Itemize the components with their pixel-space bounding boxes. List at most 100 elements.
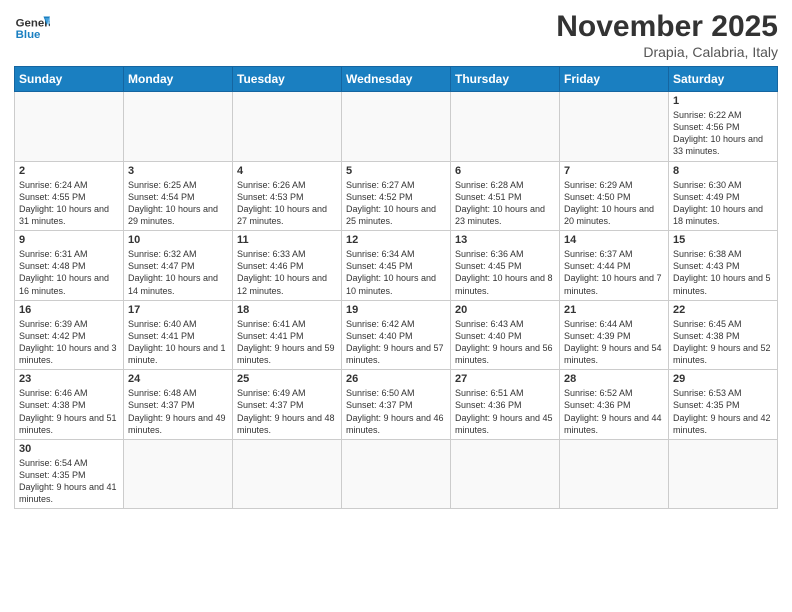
week-row-1: 1 Sunrise: 6:22 AMSunset: 4:56 PMDaylight…: [15, 92, 778, 162]
day-info: Sunrise: 6:30 AMSunset: 4:49 PMDaylight:…: [673, 179, 773, 228]
calendar-cell: [560, 92, 669, 162]
weekday-header-friday: Friday: [560, 67, 669, 92]
day-info: Sunrise: 6:44 AMSunset: 4:39 PMDaylight:…: [564, 318, 664, 367]
week-row-2: 2Sunrise: 6:24 AMSunset: 4:55 PMDaylight…: [15, 161, 778, 231]
day-info: Sunrise: 6:32 AMSunset: 4:47 PMDaylight:…: [128, 248, 228, 297]
day-number: 30: [19, 443, 119, 455]
svg-text:Blue: Blue: [16, 29, 41, 41]
calendar-cell: 22 Sunrise: 6:45 AMSunset: 4:38 PMDayligh…: [669, 300, 778, 370]
calendar-cell: 14 Sunrise: 6:37 AMSunset: 4:44 PMDayligh…: [560, 231, 669, 301]
day-number: 21: [564, 304, 664, 316]
day-number: 29: [673, 373, 773, 385]
calendar-cell: 13 Sunrise: 6:36 AMSunset: 4:45 PMDayligh…: [451, 231, 560, 301]
calendar-cell: 8 Sunrise: 6:30 AMSunset: 4:49 PMDaylight…: [669, 161, 778, 231]
day-number: 8: [673, 165, 773, 177]
week-row-6: 30 Sunrise: 6:54 AMSunset: 4:35 PMDayligh…: [15, 439, 778, 509]
day-number: 15: [673, 234, 773, 246]
calendar-cell: 25Sunrise: 6:49 AMSunset: 4:37 PMDayligh…: [233, 370, 342, 440]
day-info: Sunrise: 6:54 AMSunset: 4:35 PMDaylight:…: [19, 457, 119, 506]
day-info: Sunrise: 6:24 AMSunset: 4:55 PMDaylight:…: [19, 179, 119, 228]
day-info: Sunrise: 6:38 AMSunset: 4:43 PMDaylight:…: [673, 248, 773, 297]
calendar-cell: [451, 439, 560, 509]
month-title: November 2025: [556, 10, 778, 44]
header: General Blue November 2025 Drapia, Calab…: [14, 10, 778, 60]
day-number: 10: [128, 234, 228, 246]
day-info: Sunrise: 6:42 AMSunset: 4:40 PMDaylight:…: [346, 318, 446, 367]
day-info: Sunrise: 6:48 AMSunset: 4:37 PMDaylight:…: [128, 387, 228, 436]
day-number: 5: [346, 165, 446, 177]
day-info: Sunrise: 6:34 AMSunset: 4:45 PMDaylight:…: [346, 248, 446, 297]
logo: General Blue: [14, 10, 50, 46]
day-info: Sunrise: 6:27 AMSunset: 4:52 PMDaylight:…: [346, 179, 446, 228]
calendar-cell: 26 Sunrise: 6:50 AMSunset: 4:37 PMDayligh…: [342, 370, 451, 440]
day-number: 25: [237, 373, 337, 385]
calendar-cell: [233, 92, 342, 162]
day-number: 1: [673, 95, 773, 107]
day-number: 14: [564, 234, 664, 246]
weekday-header-sunday: Sunday: [15, 67, 124, 92]
day-info: Sunrise: 6:50 AMSunset: 4:37 PMDaylight:…: [346, 387, 446, 436]
calendar-cell: 9 Sunrise: 6:31 AMSunset: 4:48 PMDaylight…: [15, 231, 124, 301]
day-info: Sunrise: 6:31 AMSunset: 4:48 PMDaylight:…: [19, 248, 119, 297]
day-number: 13: [455, 234, 555, 246]
day-number: 7: [564, 165, 664, 177]
day-number: 17: [128, 304, 228, 316]
calendar-cell: [669, 439, 778, 509]
calendar-cell: 10 Sunrise: 6:32 AMSunset: 4:47 PMDayligh…: [124, 231, 233, 301]
page: General Blue November 2025 Drapia, Calab…: [0, 0, 792, 612]
day-number: 4: [237, 165, 337, 177]
day-number: 26: [346, 373, 446, 385]
calendar-cell: 11 Sunrise: 6:33 AMSunset: 4:46 PMDayligh…: [233, 231, 342, 301]
calendar-cell: 12Sunrise: 6:34 AMSunset: 4:45 PMDayligh…: [342, 231, 451, 301]
day-number: 9: [19, 234, 119, 246]
calendar-cell: 20Sunrise: 6:43 AMSunset: 4:40 PMDayligh…: [451, 300, 560, 370]
calendar-cell: 2Sunrise: 6:24 AMSunset: 4:55 PMDaylight…: [15, 161, 124, 231]
weekday-header-monday: Monday: [124, 67, 233, 92]
calendar-cell: [342, 92, 451, 162]
title-block: November 2025 Drapia, Calabria, Italy: [556, 10, 778, 60]
day-info: Sunrise: 6:22 AMSunset: 4:56 PMDaylight:…: [673, 109, 773, 158]
calendar-cell: [342, 439, 451, 509]
day-info: Sunrise: 6:40 AMSunset: 4:41 PMDaylight:…: [128, 318, 228, 367]
calendar-cell: [233, 439, 342, 509]
day-info: Sunrise: 6:28 AMSunset: 4:51 PMDaylight:…: [455, 179, 555, 228]
week-row-4: 16Sunrise: 6:39 AMSunset: 4:42 PMDayligh…: [15, 300, 778, 370]
day-info: Sunrise: 6:45 AMSunset: 4:38 PMDaylight:…: [673, 318, 773, 367]
week-row-3: 9 Sunrise: 6:31 AMSunset: 4:48 PMDaylight…: [15, 231, 778, 301]
calendar-cell: 1 Sunrise: 6:22 AMSunset: 4:56 PMDaylight…: [669, 92, 778, 162]
calendar-cell: [560, 439, 669, 509]
logo-icon: General Blue: [14, 10, 50, 46]
day-number: 27: [455, 373, 555, 385]
calendar-cell: [15, 92, 124, 162]
calendar-cell: 15 Sunrise: 6:38 AMSunset: 4:43 PMDayligh…: [669, 231, 778, 301]
calendar-cell: 24Sunrise: 6:48 AMSunset: 4:37 PMDayligh…: [124, 370, 233, 440]
calendar-cell: [451, 92, 560, 162]
calendar-cell: 28Sunrise: 6:52 AMSunset: 4:36 PMDayligh…: [560, 370, 669, 440]
day-number: 19: [346, 304, 446, 316]
calendar-cell: 27Sunrise: 6:51 AMSunset: 4:36 PMDayligh…: [451, 370, 560, 440]
day-number: 23: [19, 373, 119, 385]
week-row-5: 23 Sunrise: 6:46 AMSunset: 4:38 PMDayligh…: [15, 370, 778, 440]
day-number: 11: [237, 234, 337, 246]
day-number: 22: [673, 304, 773, 316]
day-info: Sunrise: 6:33 AMSunset: 4:46 PMDaylight:…: [237, 248, 337, 297]
calendar-cell: 23 Sunrise: 6:46 AMSunset: 4:38 PMDayligh…: [15, 370, 124, 440]
day-info: Sunrise: 6:46 AMSunset: 4:38 PMDaylight:…: [19, 387, 119, 436]
calendar-cell: 16Sunrise: 6:39 AMSunset: 4:42 PMDayligh…: [15, 300, 124, 370]
day-info: Sunrise: 6:25 AMSunset: 4:54 PMDaylight:…: [128, 179, 228, 228]
day-number: 3: [128, 165, 228, 177]
calendar-cell: [124, 439, 233, 509]
calendar-table: SundayMondayTuesdayWednesdayThursdayFrid…: [14, 66, 778, 509]
day-info: Sunrise: 6:26 AMSunset: 4:53 PMDaylight:…: [237, 179, 337, 228]
day-info: Sunrise: 6:29 AMSunset: 4:50 PMDaylight:…: [564, 179, 664, 228]
day-number: 16: [19, 304, 119, 316]
calendar-cell: 3 Sunrise: 6:25 AMSunset: 4:54 PMDaylight…: [124, 161, 233, 231]
day-info: Sunrise: 6:53 AMSunset: 4:35 PMDaylight:…: [673, 387, 773, 436]
day-info: Sunrise: 6:37 AMSunset: 4:44 PMDaylight:…: [564, 248, 664, 297]
day-info: Sunrise: 6:36 AMSunset: 4:45 PMDaylight:…: [455, 248, 555, 297]
calendar-cell: 4 Sunrise: 6:26 AMSunset: 4:53 PMDaylight…: [233, 161, 342, 231]
calendar-cell: 17 Sunrise: 6:40 AMSunset: 4:41 PMDayligh…: [124, 300, 233, 370]
calendar-cell: 6Sunrise: 6:28 AMSunset: 4:51 PMDaylight…: [451, 161, 560, 231]
location-subtitle: Drapia, Calabria, Italy: [556, 44, 778, 60]
calendar-cell: 30 Sunrise: 6:54 AMSunset: 4:35 PMDayligh…: [15, 439, 124, 509]
